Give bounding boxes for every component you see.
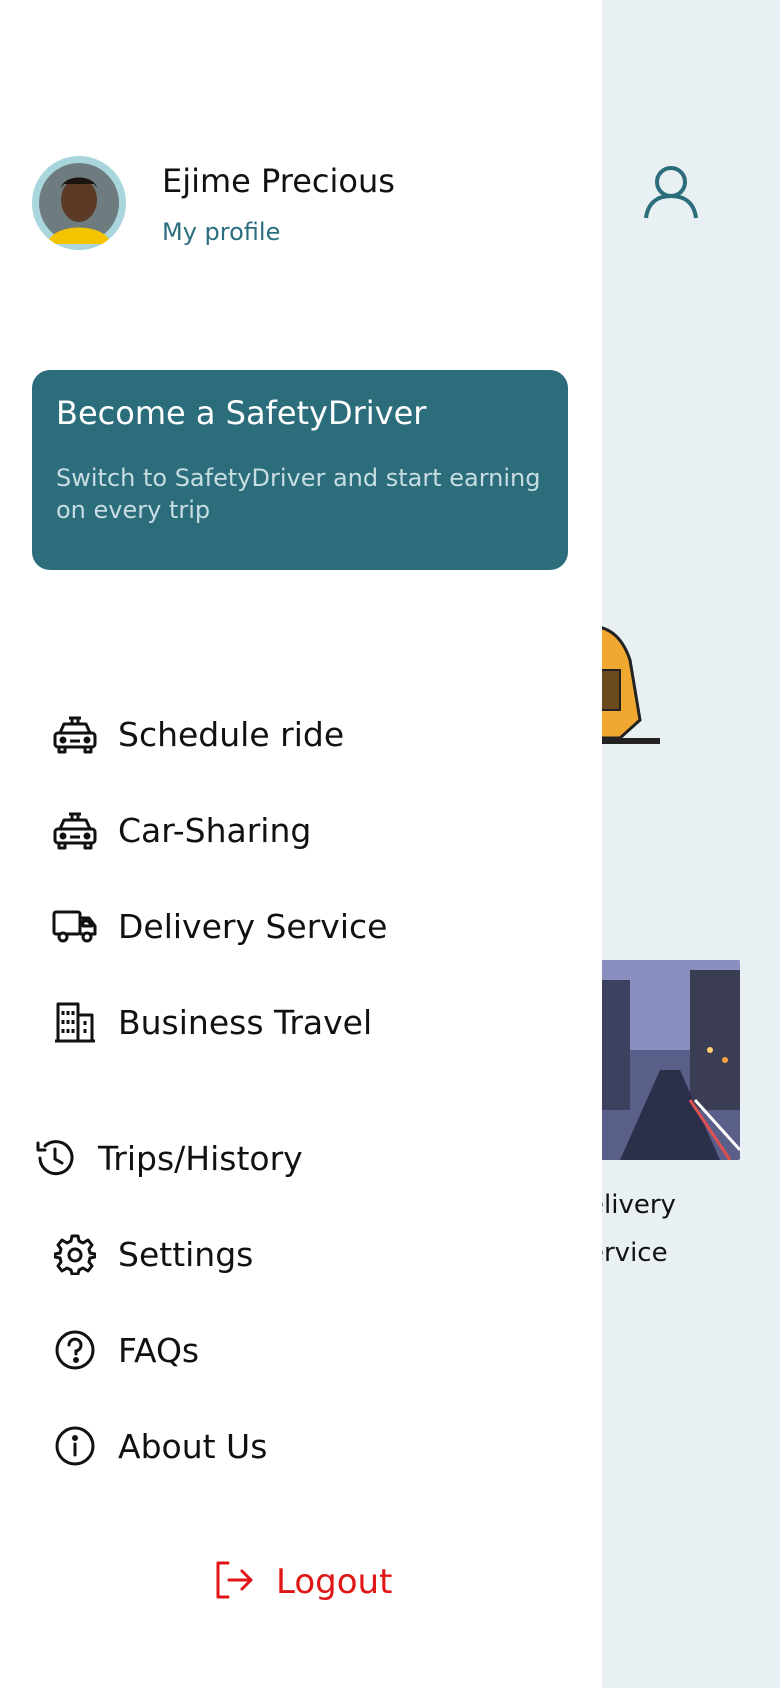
logout-button[interactable]: Logout (214, 1552, 392, 1612)
become-driver-card[interactable]: Become a SafetyDriver Switch to SafetyDr… (32, 370, 568, 570)
menu-item-label: Car-Sharing (118, 810, 312, 850)
profile-name: Ejime Precious (162, 162, 395, 200)
menu-item-about-us[interactable]: About Us (52, 1416, 267, 1476)
truck-icon (52, 903, 98, 949)
menu-item-business-travel[interactable]: Business Travel (52, 992, 372, 1052)
avatar[interactable] (32, 156, 126, 250)
history-icon (32, 1135, 78, 1181)
menu-item-car-sharing[interactable]: Car-Sharing (52, 800, 311, 860)
gear-icon (52, 1231, 98, 1277)
my-profile-link[interactable]: My profile (162, 218, 280, 246)
promo-title: Become a SafetyDriver (56, 394, 427, 432)
menu-item-label: Settings (118, 1234, 254, 1274)
menu-item-label: Delivery Service (118, 906, 388, 946)
logout-icon (214, 1560, 254, 1604)
info-icon (52, 1423, 98, 1469)
building-icon (52, 999, 98, 1045)
menu-item-label: Trips/History (98, 1138, 303, 1178)
promo-subtitle: Switch to SafetyDriver and start earning… (56, 464, 541, 524)
menu-item-delivery-service[interactable]: Delivery Service (52, 896, 387, 956)
taxi-icon (52, 807, 98, 853)
user-profile-icon[interactable] (640, 160, 702, 222)
menu-item-faqs[interactable]: FAQs (52, 1320, 199, 1380)
menu-item-schedule-ride[interactable]: Schedule ride (52, 704, 344, 764)
question-icon (52, 1327, 98, 1373)
menu-item-settings[interactable]: Settings (52, 1224, 253, 1284)
menu-item-label: FAQs (118, 1330, 200, 1370)
menu-item-label: About Us (118, 1426, 268, 1466)
taxi-icon (52, 711, 98, 757)
street-photo[interactable] (600, 960, 740, 1160)
logout-label: Logout (276, 1562, 393, 1602)
menu-item-label: Business Travel (118, 1002, 373, 1042)
profile-header[interactable]: Ejime Precious My profile (32, 156, 572, 252)
menu-item-label: Schedule ride (118, 714, 345, 754)
menu-item-trips-history[interactable]: Trips/History (32, 1128, 303, 1188)
navigation-drawer: Ejime Precious My profile Become a Safet… (0, 0, 602, 1688)
